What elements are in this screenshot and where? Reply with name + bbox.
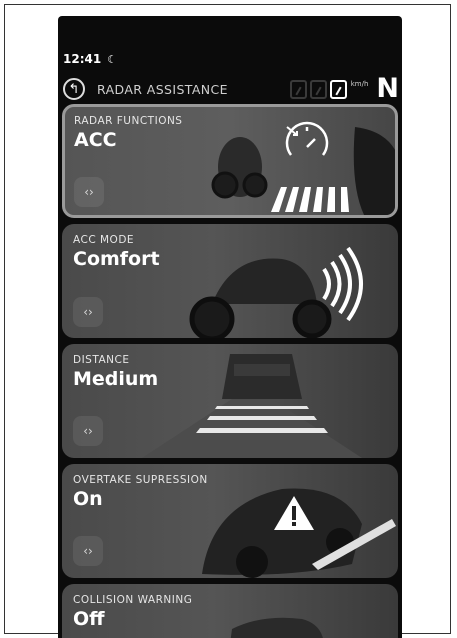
crosswalk-stripes: [271, 187, 349, 212]
card-value: Comfort: [73, 248, 160, 270]
card-value: ACC: [74, 129, 117, 151]
top-bar: ↰ RADAR ASSISTANCE km/h N: [63, 73, 399, 104]
clock: 12:41: [63, 52, 102, 66]
status-bar: 12:41 ☾: [63, 52, 117, 66]
dashboard-screen: 12:41 ☾ ↰ RADAR ASSISTANCE km/h N RADAR …: [58, 16, 402, 638]
card-acc-mode[interactable]: ACC MODE Comfort ‹›: [62, 224, 398, 338]
toggle-button[interactable]: ‹›: [73, 297, 103, 327]
gear-indicator: N: [376, 73, 399, 104]
card-label: OVERTAKE SUPRESSION: [73, 474, 208, 486]
toggle-button[interactable]: ‹›: [74, 177, 104, 207]
moon-icon: ☾: [107, 52, 118, 66]
card-value: On: [73, 488, 103, 510]
toggle-button[interactable]: ‹›: [73, 416, 103, 446]
card-distance[interactable]: DISTANCE Medium ‹›: [62, 344, 398, 458]
page-title: RADAR ASSISTANCE: [97, 81, 228, 97]
card-label: ACC MODE: [73, 234, 135, 246]
toggle-button[interactable]: ‹›: [73, 536, 103, 566]
back-button[interactable]: ↰: [63, 78, 85, 100]
radar-waves-icon: [322, 246, 363, 322]
speedometer: km/h: [289, 79, 369, 99]
card-value: Medium: [73, 368, 159, 390]
card-value: Off: [73, 608, 105, 630]
speed-unit: km/h: [350, 79, 369, 88]
speed-digit-ones: [329, 79, 347, 99]
speed-digit-hundreds: [289, 79, 307, 99]
card-radar-functions[interactable]: RADAR FUNCTIONS ACC ‹›: [62, 104, 398, 218]
card-overtake-supression[interactable]: OVERTAKE SUPRESSION On ‹›: [62, 464, 398, 578]
speed-gauge-icon: [285, 121, 329, 156]
card-label: DISTANCE: [73, 354, 130, 366]
card-collision-warning[interactable]: COLLISION WARNING Off: [62, 584, 398, 638]
collision-illustration: [230, 617, 323, 638]
card-label: COLLISION WARNING: [73, 594, 193, 606]
card-label: RADAR FUNCTIONS: [74, 115, 183, 127]
speed-digit-tens: [309, 79, 327, 99]
back-arrow-icon: ↰: [68, 81, 80, 97]
